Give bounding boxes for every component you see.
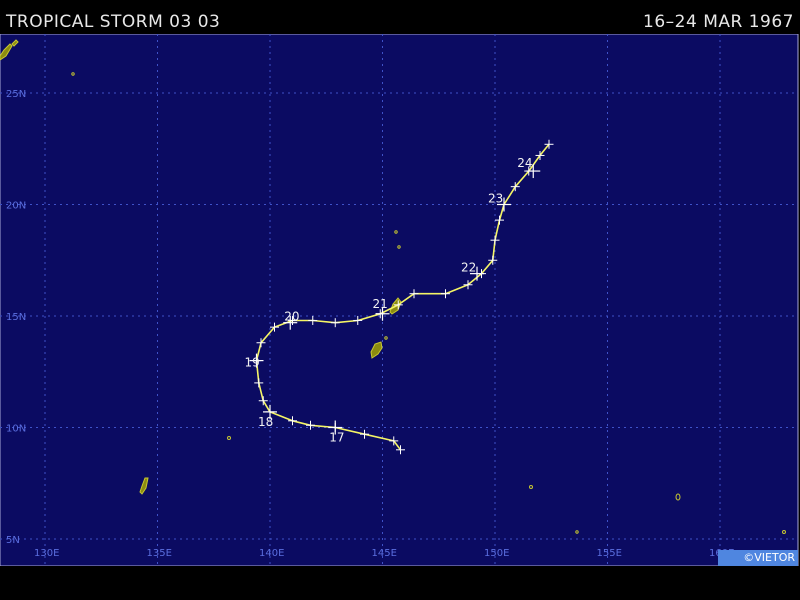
lon-label: 130E <box>34 548 59 559</box>
date-range: 16–24 MAR 1967 <box>643 12 794 32</box>
lat-label: 5N <box>6 535 20 546</box>
lat-label: 20N <box>6 201 26 212</box>
day-label: 23 <box>488 192 503 206</box>
lon-label: 155E <box>597 548 622 559</box>
lat-label: 25N <box>6 89 26 100</box>
track-map: 130E135E140E145E150E155E160E5N10N15N20N2… <box>0 34 799 566</box>
day-label: 24 <box>517 156 532 170</box>
lon-label: 135E <box>147 548 172 559</box>
lon-label: 145E <box>372 548 397 559</box>
lat-label: 15N <box>6 312 26 323</box>
lon-label: 140E <box>259 548 284 559</box>
lon-label: 150E <box>484 548 509 559</box>
lat-label: 10N <box>6 424 26 435</box>
day-label: 19 <box>245 356 260 370</box>
day-label: 18 <box>258 415 273 429</box>
day-label: 20 <box>284 310 299 324</box>
credit-badge: ©VIETOR <box>718 550 798 566</box>
day-label: 21 <box>373 297 388 311</box>
storm-title: TROPICAL STORM 03 03 <box>6 12 221 32</box>
day-label: 22 <box>461 261 476 275</box>
day-label: 17 <box>329 431 344 445</box>
